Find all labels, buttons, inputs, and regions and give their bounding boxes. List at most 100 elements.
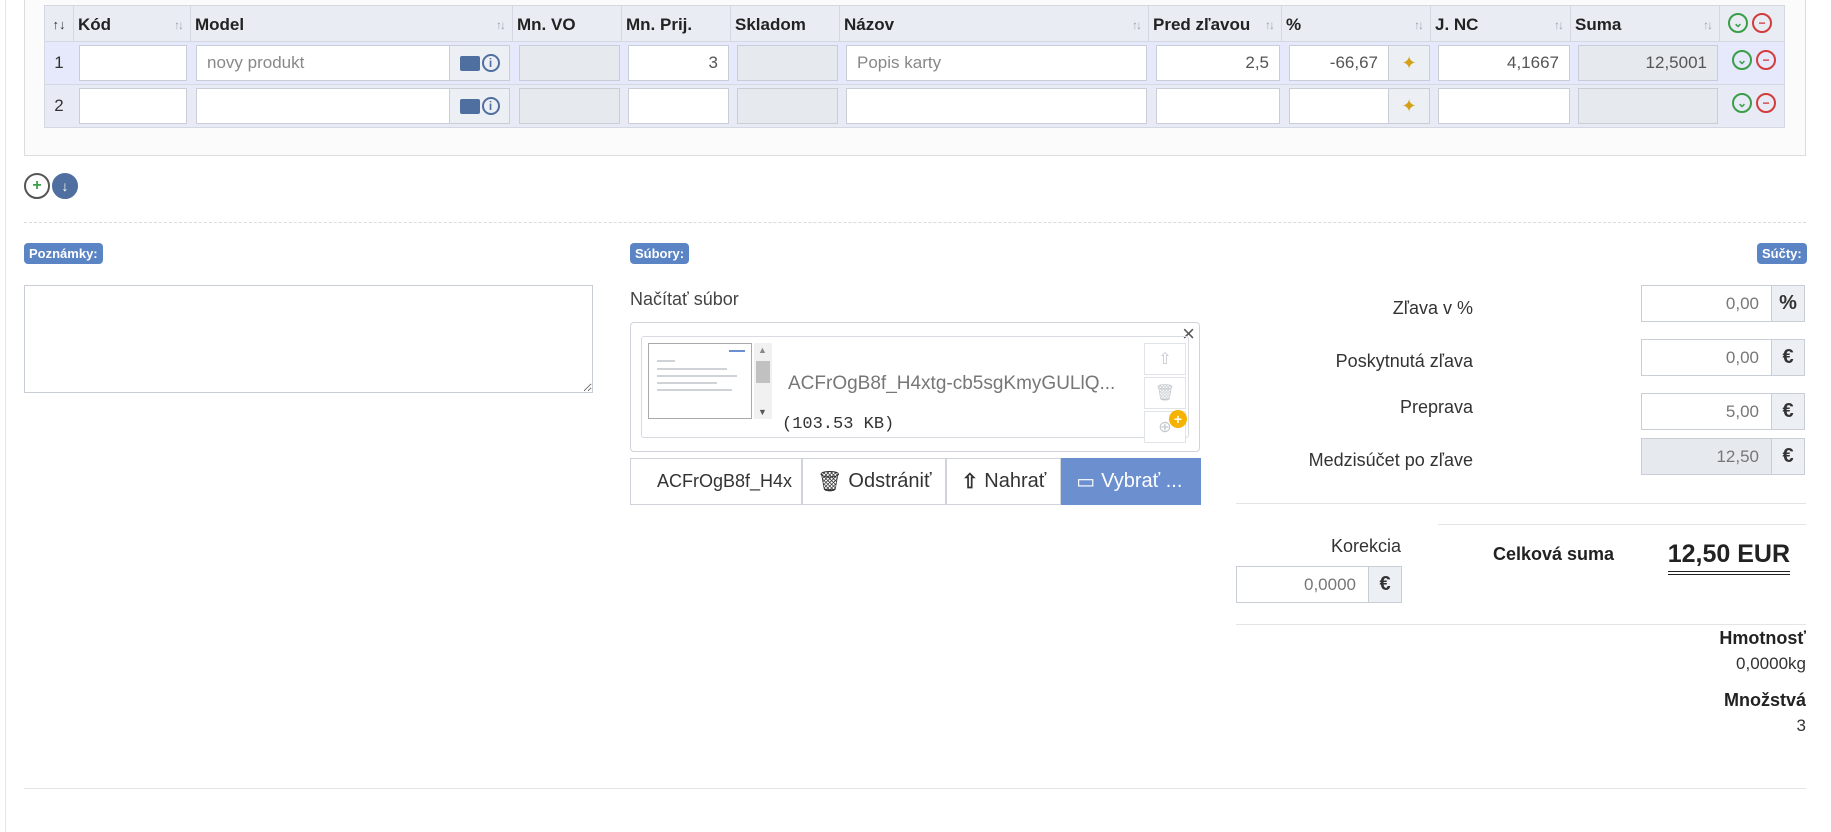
file-preview-box: × ▲ ▼ ACFrOgB8f_H4xtg-cb5sgKmyGULlQ... (… [630,321,1200,452]
weight-label: Hmotnosť [1719,628,1806,648]
file-caption-input[interactable]: ACFrOgB8f_H4x [630,458,802,505]
folder-icon[interactable] [459,55,480,71]
percent-addon: % [1771,285,1805,322]
info-icon[interactable]: i [481,97,500,115]
skladom-field [737,45,838,81]
mn-vo-field [519,88,620,124]
divider [1438,524,1806,525]
zoom-file-icon[interactable]: ⊕ + [1144,410,1187,443]
files-section-tag: Súbory: [630,243,690,264]
column-header-j-nc[interactable]: J. NC ↑↓ [1430,6,1570,43]
notes-textarea[interactable] [24,285,593,393]
header-actions: ⌄ − [1719,6,1786,43]
discount-given-input[interactable]: 0,00 [1641,339,1772,376]
j-nc-input[interactable]: 4,1667 [1438,45,1570,81]
folder-icon[interactable] [459,98,480,114]
column-header-nazov[interactable]: Názov ↑↓ [839,6,1148,43]
euro-addon: € [1771,438,1805,475]
model-input[interactable]: novy produkt [196,45,450,81]
euro-addon: € [1771,393,1805,430]
bottom-divider [24,788,1806,789]
sums-section-tag: Súčty: [1757,243,1807,264]
remove-row-icon[interactable]: − [1756,50,1776,70]
column-header-model[interactable]: Model ↑↓ [190,6,512,43]
table-row: 2 i ✦ ⌄ − [44,85,1785,128]
file-thumbnail [648,343,752,419]
magic-wand-icon[interactable]: ✦ [1388,88,1430,124]
file-button-bar: ACFrOgB8f_H4x 🗑 Odstrániť ⇧ Nahrať ▭ Vybrať… [630,458,1202,505]
column-header-percent[interactable]: % ↑↓ [1281,6,1430,43]
sort-icon: ↑↓ [496,18,506,32]
column-header-kod[interactable]: Kód ↑↓ [73,6,190,43]
percent-input[interactable]: -66,67 [1289,45,1389,81]
add-row-icon[interactable]: + [24,173,50,199]
percent-input[interactable] [1289,88,1389,124]
row-number: 1 [54,53,64,72]
discount-given-label: Poskytnutá zľava [1335,351,1473,371]
divider [1236,503,1806,504]
delete-file-icon[interactable]: 🗑 [1144,377,1186,409]
file-name: ACFrOgB8f_H4xtg-cb5sgKmyGULlQ... [788,373,1116,394]
mn-prij-input[interactable] [628,88,729,124]
correction-label: Korekcia [1330,536,1401,556]
euro-addon: € [1771,339,1805,376]
column-header-skladom: Skladom [730,6,839,43]
trash-icon: 🗑 [817,471,843,493]
row-order-sort-icon[interactable]: ↑↓ [45,6,73,43]
column-header-suma[interactable]: Suma ↑↓ [1570,6,1719,43]
expand-row-icon[interactable]: ⌄ [1732,50,1752,70]
pred-zlavou-input[interactable] [1156,88,1280,124]
sort-icon: ↑↓ [1265,18,1275,32]
kod-input[interactable] [79,88,187,124]
download-icon[interactable]: ↓ [52,173,78,199]
info-icon[interactable]: i [481,54,500,72]
j-nc-input[interactable] [1438,88,1570,124]
load-file-label: Načítať súbor [630,289,739,309]
sort-icon: ↑↓ [1554,18,1564,32]
notes-section-tag: Poznámky: [24,243,103,264]
subtotal-field: 12,50 [1641,438,1772,475]
quantities-label: Množstvá [1723,690,1806,710]
pred-zlavou-input[interactable]: 2,5 [1156,45,1280,81]
quantities-value: 3 [1796,716,1806,735]
euro-addon: € [1368,566,1402,603]
row-number: 2 [54,96,64,115]
mn-vo-field [519,45,620,81]
upload-button[interactable]: ⇧ Nahrať [946,458,1062,505]
column-header-mn-prij: Mn. Prij. [621,6,730,43]
suma-field [1578,88,1718,124]
expand-all-icon[interactable]: ⌄ [1728,13,1748,33]
table-row: 1 novy produkt i 3 Popis karty 2,5 -66,6… [44,42,1785,85]
remove-row-icon[interactable]: − [1756,93,1776,113]
shipping-input[interactable]: 5,00 [1641,393,1772,430]
remove-all-icon[interactable]: − [1752,13,1772,33]
model-input[interactable] [196,88,450,124]
magic-wand-icon[interactable]: ✦ [1388,45,1430,81]
sort-icon: ↑↓ [1703,18,1713,32]
total-value: 12,50 EUR [1667,540,1790,575]
nazov-input[interactable] [846,88,1147,124]
skladom-field [737,88,838,124]
column-header-pred-zlavou[interactable]: Pred zľavou ↑↓ [1148,6,1281,43]
mn-prij-input[interactable]: 3 [628,45,729,81]
weight-value: 0,0000kg [1736,654,1806,673]
add-badge-icon: + [1169,410,1187,428]
upload-file-icon[interactable]: ⇧ [1144,343,1186,375]
divider [24,222,1806,223]
kod-input[interactable] [79,45,187,81]
remove-file-button[interactable]: 🗑 Odstrániť [802,458,947,505]
browse-button[interactable]: ▭ Vybrať ... [1061,458,1202,505]
left-frame-line [5,0,6,832]
subtotal-label: Medzisúčet po zľave [1308,450,1473,470]
file-size: (103.53 KB) [782,415,895,434]
upload-icon: ⇧ [961,471,979,493]
expand-row-icon[interactable]: ⌄ [1732,93,1752,113]
divider [1236,624,1806,625]
thumbnail-scrollbar[interactable]: ▲ ▼ [754,343,772,419]
correction-input[interactable]: 0,0000 [1236,566,1369,603]
suma-field: 12,5001 [1578,45,1718,81]
discount-percent-input[interactable]: 0,00 [1641,285,1772,322]
nazov-input[interactable]: Popis karty [846,45,1147,81]
file-item: ▲ ▼ ACFrOgB8f_H4xtg-cb5sgKmyGULlQ... (10… [641,336,1189,443]
folder-open-icon: ▭ [1076,471,1096,493]
